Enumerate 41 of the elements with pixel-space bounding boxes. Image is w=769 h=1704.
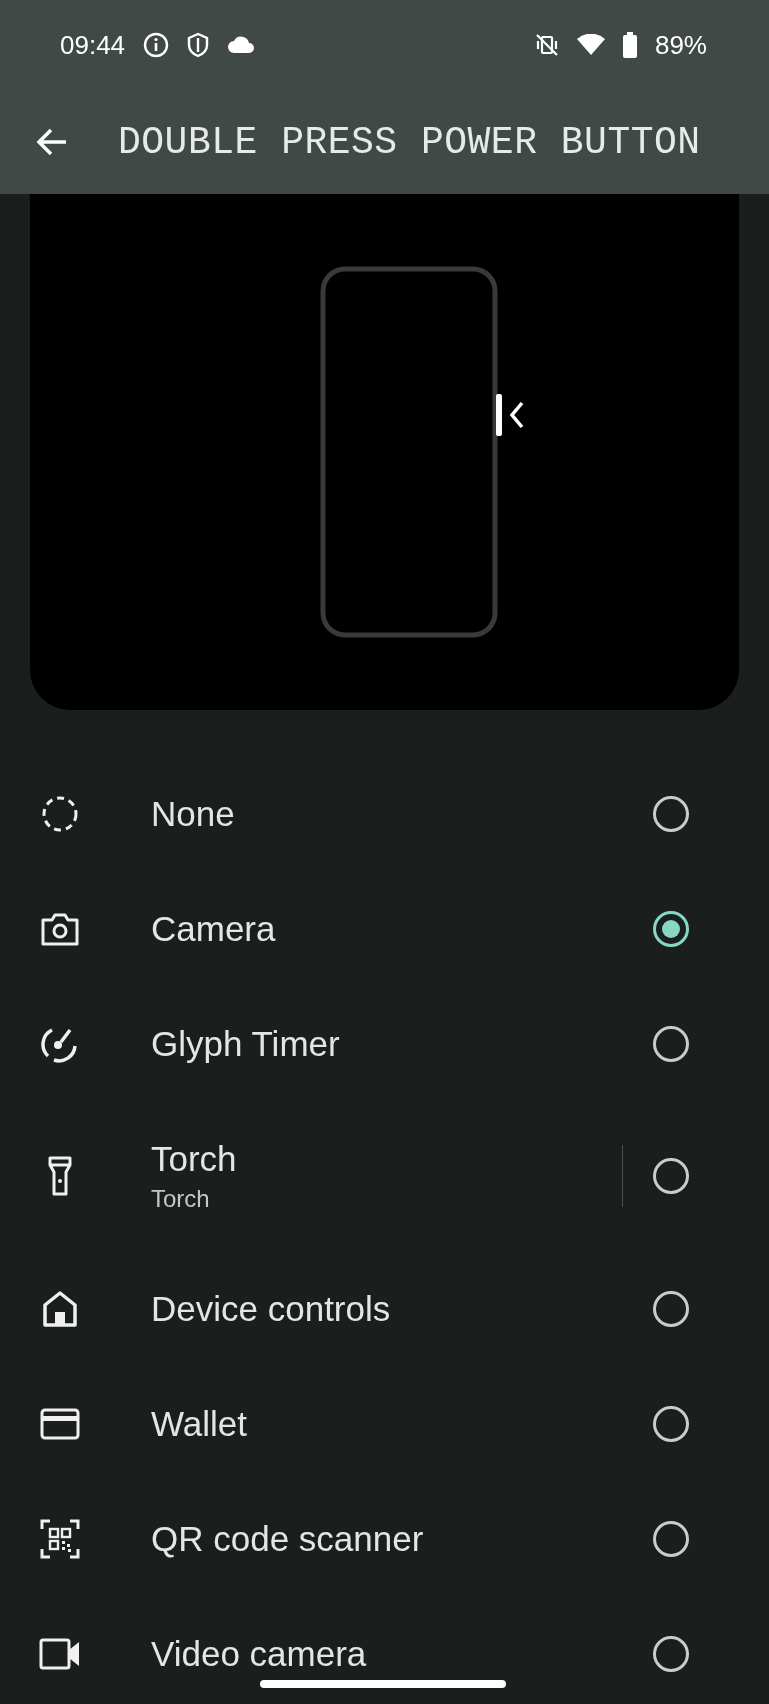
flashlight-icon	[48, 1156, 72, 1196]
info-icon	[143, 32, 170, 58]
qr-code-icon	[40, 1518, 80, 1559]
home-icon	[42, 1289, 78, 1328]
shield-icon	[187, 32, 210, 58]
option-label: Torch	[151, 1139, 238, 1179]
option-row[interactable]: Camera	[0, 871, 769, 986]
battery-percentage: 89%	[654, 29, 707, 61]
option-label: Glyph Timer	[151, 1023, 341, 1064]
option-row[interactable]: Video camera	[0, 1596, 769, 1704]
option-label: QR code scanner	[151, 1518, 425, 1559]
battery-icon	[622, 32, 637, 58]
option-row[interactable]: Glyph Timer	[0, 986, 769, 1101]
option-subtitle: Torch	[151, 1185, 211, 1213]
gesture-handle[interactable]	[260, 1680, 506, 1688]
option-label: Video camera	[151, 1633, 368, 1674]
option-row[interactable]: None	[0, 756, 769, 871]
page-title: DOUBLE PRESS POWER BUTTON	[118, 120, 701, 164]
card-icon	[40, 1407, 80, 1440]
radio-button[interactable]	[653, 795, 689, 832]
radio-button[interactable]	[653, 1635, 689, 1672]
option-row[interactable]: Device controls	[0, 1251, 769, 1366]
radio-button[interactable]	[653, 910, 689, 947]
option-label: None	[151, 793, 236, 834]
clock-time: 09:44	[60, 29, 126, 61]
option-label: Device controls	[151, 1288, 392, 1329]
option-label: Camera	[151, 908, 277, 949]
option-label: Wallet	[151, 1403, 248, 1444]
option-row[interactable]: QR code scanner	[0, 1481, 769, 1596]
muted-vibrate-icon	[534, 33, 559, 57]
wifi-icon	[576, 34, 605, 56]
radio-button[interactable]	[653, 1158, 689, 1194]
radio-button[interactable]	[653, 1520, 689, 1557]
option-row[interactable]: Wallet	[0, 1366, 769, 1481]
back-arrow-icon[interactable]	[36, 128, 68, 156]
radio-button[interactable]	[653, 1405, 689, 1442]
cloud-icon	[227, 36, 256, 54]
option-row[interactable]: Torch Torch	[0, 1101, 769, 1251]
radio-button[interactable]	[653, 1025, 689, 1062]
video-camera-icon	[39, 1637, 81, 1670]
radio-button[interactable]	[653, 1290, 689, 1327]
